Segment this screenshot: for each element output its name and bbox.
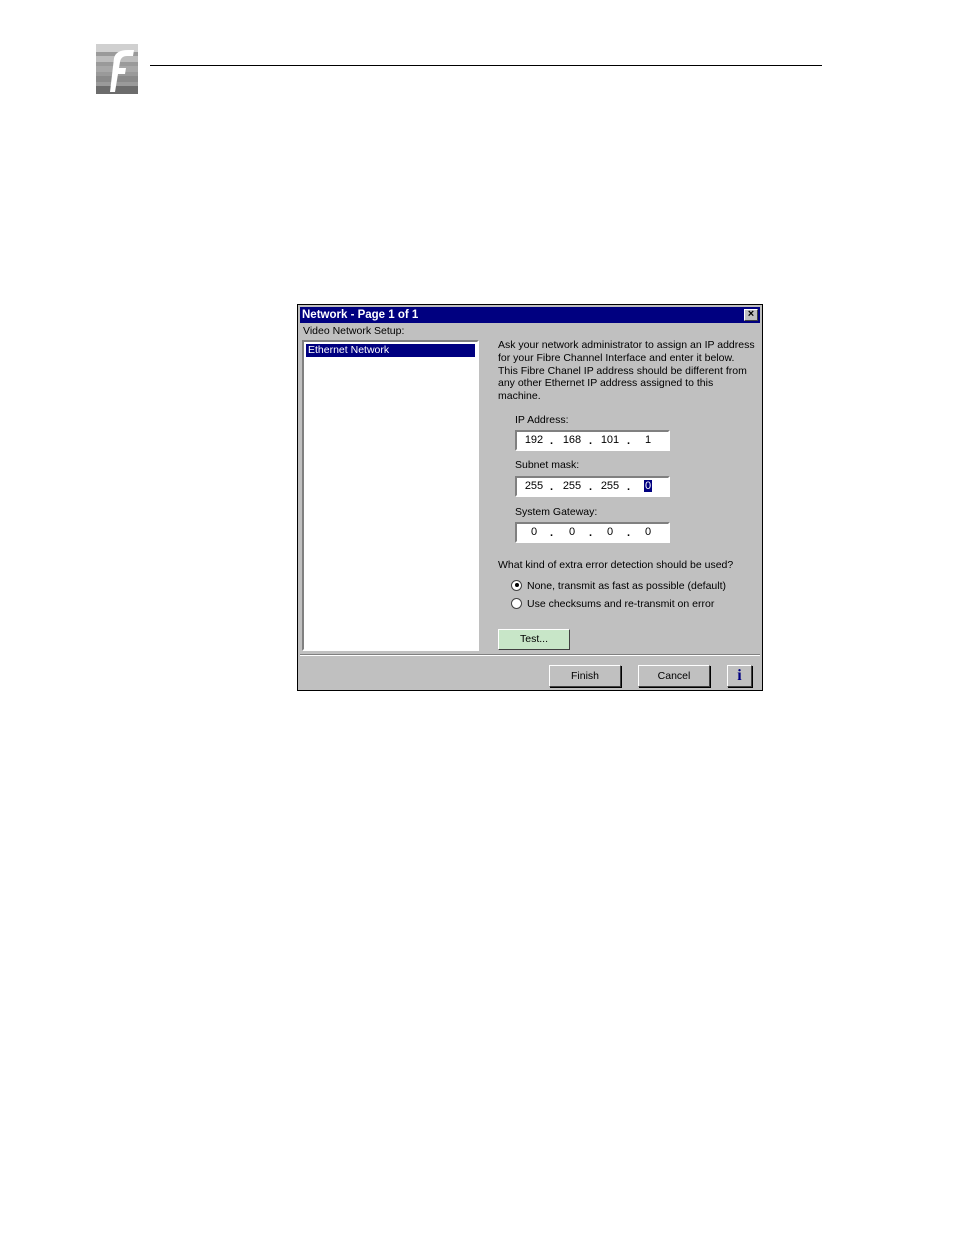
subnet-octet-4-value: 0 <box>643 480 653 492</box>
option-none-transmit-fast[interactable]: None, transmit as fast as possible (defa… <box>511 579 727 592</box>
gateway-octet-2[interactable]: 0 <box>559 526 585 538</box>
subnet-octet-1[interactable]: 255 <box>521 480 547 492</box>
error-detection-question: What kind of extra error detection shoul… <box>498 559 734 571</box>
subnet-octet-4[interactable]: 0 <box>635 480 661 492</box>
option-none-label: None, transmit as fast as possible (defa… <box>527 580 727 592</box>
video-network-setup-label: Video Network Setup: <box>303 325 405 337</box>
list-item-ethernet-network[interactable]: Ethernet Network <box>306 344 475 357</box>
system-gateway-label: System Gateway: <box>515 506 598 518</box>
octet-dot: . <box>627 527 631 539</box>
close-icon[interactable]: × <box>744 309 758 321</box>
option-use-checksums[interactable]: Use checksums and re-transmit on error <box>511 597 715 610</box>
header-rule <box>150 65 822 66</box>
dialog-title: Network - Page 1 of 1 <box>302 309 419 321</box>
subnet-mask-label: Subnet mask: <box>515 459 580 471</box>
ip-octet-4[interactable]: 1 <box>635 434 661 446</box>
radio-selected[interactable] <box>511 579 522 591</box>
footer-separator <box>300 654 760 656</box>
gateway-octet-1[interactable]: 0 <box>521 526 547 538</box>
instructions-text: Ask your network administrator to assign… <box>498 339 755 403</box>
network-list[interactable]: Ethernet Network <box>302 340 479 651</box>
gateway-octet-3[interactable]: 0 <box>597 526 623 538</box>
octet-dot: . <box>589 481 593 493</box>
octet-dot: . <box>627 435 631 447</box>
ip-address-field[interactable]: 192 . 168 . 101 . 1 <box>515 430 670 451</box>
octet-dot: . <box>627 481 631 493</box>
subnet-mask-field[interactable]: 255 . 255 . 255 . 0 <box>515 476 670 497</box>
company-logo <box>96 44 138 94</box>
option-checksums-label: Use checksums and re-transmit on error <box>527 598 715 610</box>
ip-octet-1[interactable]: 192 <box>521 434 547 446</box>
subnet-octet-3[interactable]: 255 <box>597 480 623 492</box>
ip-address-label: IP Address: <box>515 414 569 426</box>
gateway-octet-4[interactable]: 0 <box>635 526 661 538</box>
info-icon[interactable]: i <box>727 665 752 687</box>
ip-octet-3[interactable]: 101 <box>597 434 623 446</box>
octet-dot: . <box>589 435 593 447</box>
dialog-titlebar: Network - Page 1 of 1 × <box>300 307 760 323</box>
system-gateway-field[interactable]: 0 . 0 . 0 . 0 <box>515 522 670 543</box>
octet-dot: . <box>550 435 554 447</box>
finish-button[interactable]: Finish <box>549 665 621 687</box>
octet-dot: . <box>550 527 554 539</box>
subnet-octet-2[interactable]: 255 <box>559 480 585 492</box>
test-button[interactable]: Test... <box>498 629 570 650</box>
cancel-button[interactable]: Cancel <box>638 665 710 687</box>
octet-dot: . <box>589 527 593 539</box>
network-dialog: Network - Page 1 of 1 × Video Network Se… <box>297 304 763 691</box>
octet-dot: . <box>550 481 554 493</box>
radio-unselected[interactable] <box>511 597 522 609</box>
ip-octet-2[interactable]: 168 <box>559 434 585 446</box>
